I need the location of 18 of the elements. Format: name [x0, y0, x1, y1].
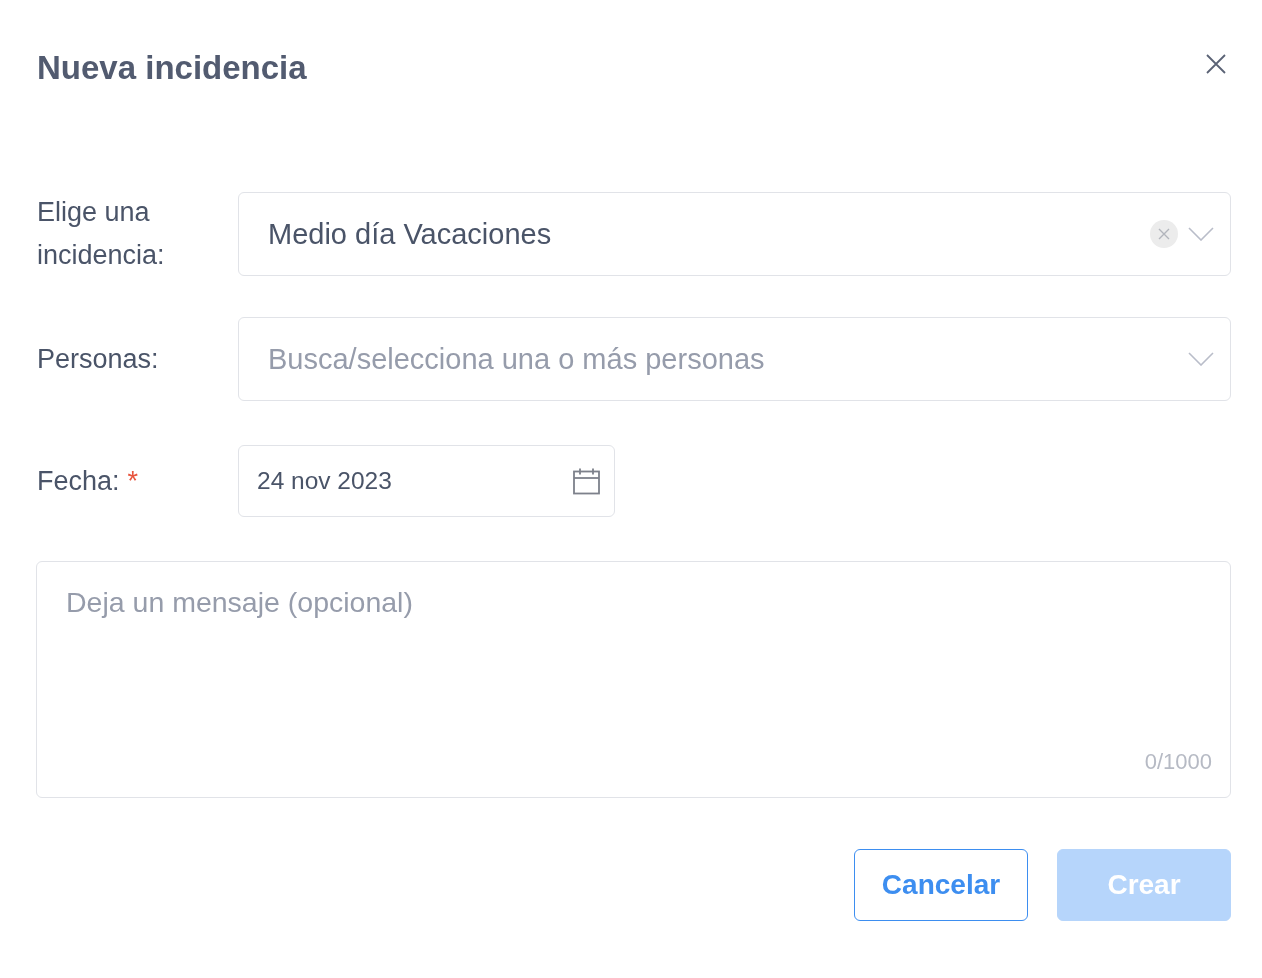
required-mark: * [127, 465, 139, 496]
field-label: Elige una incidencia: [37, 196, 166, 272]
close-button[interactable] [1204, 52, 1228, 76]
date-field[interactable]: 24 nov 2023 [238, 445, 615, 517]
close-icon [1158, 228, 1170, 240]
chevron-down-icon [1188, 352, 1214, 366]
field-label: Fecha: [37, 465, 120, 496]
clear-button[interactable] [1150, 220, 1178, 248]
dialog-title: Nueva incidencia [37, 49, 307, 87]
field-label: Personas: [37, 342, 160, 376]
select-field[interactable]: Medio día Vacaciones [238, 192, 1231, 276]
select-field[interactable]: Busca/selecciona una o más personas [238, 317, 1231, 401]
close-icon [1206, 54, 1226, 74]
chevron-down-icon [1188, 227, 1214, 241]
message-field[interactable]: Deja un mensaje (opcional) 0/1000 [36, 561, 1231, 798]
cancel-button[interactable]: Cancelar [854, 849, 1028, 921]
character-counter: 0/1000 [1144, 749, 1212, 775]
calendar-icon[interactable] [573, 467, 600, 495]
